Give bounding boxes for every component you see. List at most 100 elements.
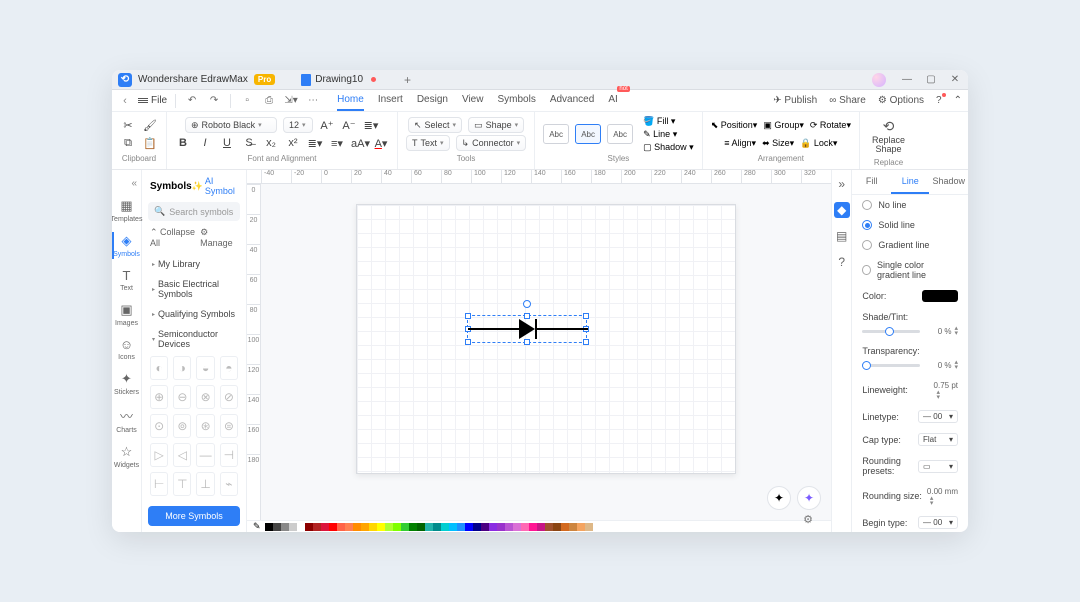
tab-home[interactable]: Home <box>337 90 364 111</box>
color-swatch[interactable] <box>433 523 441 531</box>
nav-widgets[interactable]: ☆Widgets <box>112 439 141 474</box>
copy-icon[interactable]: ⧉ <box>120 137 136 150</box>
color-swatch[interactable] <box>505 523 513 531</box>
save-button[interactable]: ▫ <box>239 95 255 106</box>
collapse-all-button[interactable]: ⌃ Collapse All <box>150 227 200 248</box>
color-swatch[interactable] <box>353 523 361 531</box>
cat-qualifying[interactable]: ▸Qualifying Symbols <box>142 304 246 324</box>
color-swatch[interactable] <box>513 523 521 531</box>
symbol-item[interactable]: ▷ <box>150 443 168 467</box>
cut-icon[interactable]: ✂ <box>120 119 136 132</box>
line-menu[interactable]: ✎ Line ▾ <box>643 129 694 140</box>
format-painter-icon[interactable]: 🖌 <box>142 119 158 132</box>
symbol-item[interactable]: ⊜ <box>220 414 238 438</box>
color-swatch[interactable] <box>441 523 449 531</box>
diode-shape[interactable] <box>468 319 588 339</box>
options-button[interactable]: ⚙ Options <box>878 95 924 106</box>
cat-basic-electrical[interactable]: ▸Basic Electrical Symbols <box>142 274 246 304</box>
more-quick-actions[interactable]: ⋯ <box>305 95 321 106</box>
align-icon[interactable]: ≡▾ <box>329 137 345 150</box>
radio-single-gradient[interactable]: Single color gradient line <box>852 255 968 285</box>
color-swatch[interactable] <box>265 523 273 531</box>
expand-props-icon[interactable]: » <box>834 176 850 192</box>
symbol-item[interactable]: ⊢ <box>150 472 168 496</box>
help-button[interactable]: ? <box>936 95 942 106</box>
symbol-item[interactable]: ⊕ <box>150 385 168 409</box>
export-button[interactable]: ⇲▾ <box>283 95 299 106</box>
case-icon[interactable]: aA▾ <box>351 137 367 150</box>
prop-tab-line[interactable]: Line <box>891 170 930 194</box>
drawing-page[interactable] <box>356 204 736 474</box>
selection-box[interactable] <box>467 315 587 343</box>
stepper[interactable]: ▴▾ <box>955 360 959 370</box>
tab-advanced[interactable]: Advanced <box>550 90 594 111</box>
symbol-item[interactable]: — <box>196 443 214 467</box>
symbol-item[interactable]: ◁ <box>173 443 191 467</box>
user-avatar[interactable] <box>872 73 886 87</box>
italic-button[interactable]: I <box>197 137 213 149</box>
more-symbols-button[interactable]: More Symbols <box>148 506 240 526</box>
share-button[interactable]: ∞ Share <box>829 95 866 106</box>
color-swatch[interactable] <box>537 523 545 531</box>
subscript-icon[interactable]: x₂ <box>263 137 279 149</box>
begintype-select[interactable]: — 00▾ <box>918 516 958 529</box>
font-shrink-icon[interactable]: A⁻ <box>341 119 357 132</box>
smart-tool-icon[interactable]: ✦ <box>767 486 791 510</box>
connector-tool[interactable]: ↳ Connector▾ <box>456 135 527 151</box>
canvas-background[interactable]: ✦ ✦ <box>261 184 831 520</box>
symbol-item[interactable]: ◒ <box>196 356 214 380</box>
align-menu[interactable]: ≡ Align▾ <box>724 138 756 149</box>
paste-icon[interactable]: 📋 <box>142 137 158 150</box>
color-swatch[interactable] <box>401 523 409 531</box>
redo-button[interactable]: ↷ <box>206 95 222 106</box>
captype-select[interactable]: Flat▾ <box>918 433 958 446</box>
bold-button[interactable]: B <box>175 137 191 149</box>
stepper[interactable]: ▴▾ <box>937 390 958 400</box>
symbols-search[interactable]: 🔍 Search symbols <box>148 202 240 221</box>
back-button[interactable]: ‹ <box>118 95 132 107</box>
color-swatch[interactable] <box>281 523 289 531</box>
document-tab[interactable]: Drawing10 <box>291 72 386 88</box>
prop-tab-fill[interactable]: Fill <box>852 170 891 194</box>
linetype-select[interactable]: — 00▾ <box>918 410 958 423</box>
lock-menu[interactable]: 🔒 Lock▾ <box>800 138 837 149</box>
font-grow-icon[interactable]: A⁺ <box>319 119 335 132</box>
new-tab-button[interactable]: + <box>404 73 411 87</box>
symbol-item[interactable]: ⊥ <box>196 472 214 496</box>
print-button[interactable]: ⎙ <box>261 95 277 106</box>
tab-view[interactable]: View <box>462 90 484 111</box>
color-swatch[interactable] <box>577 523 585 531</box>
file-menu[interactable]: File <box>138 95 167 106</box>
color-swatch[interactable] <box>489 523 497 531</box>
symbol-item[interactable]: ⊣ <box>220 443 238 467</box>
bullet-list-icon[interactable]: ≣▾ <box>307 137 323 150</box>
font-size-select[interactable]: 12▾ <box>283 117 313 133</box>
color-swatch[interactable] <box>569 523 577 531</box>
resize-handle[interactable] <box>524 339 530 345</box>
nav-charts[interactable]: 〰Charts <box>112 401 141 439</box>
symbol-item[interactable]: ⊖ <box>173 385 191 409</box>
style-preset-1[interactable]: Abc <box>543 124 569 144</box>
select-tool[interactable]: ↖ Select▾ <box>408 117 462 133</box>
color-swatch[interactable] <box>473 523 481 531</box>
strike-button[interactable]: S̶ <box>241 137 257 149</box>
color-swatch[interactable] <box>289 523 297 531</box>
shape-tool[interactable]: ▭ Shape▾ <box>468 117 524 133</box>
symbol-item[interactable]: ⊚ <box>173 414 191 438</box>
nav-stickers[interactable]: ✦Stickers <box>112 366 141 401</box>
color-swatch[interactable] <box>561 523 569 531</box>
symbol-item[interactable]: ⊙ <box>150 414 168 438</box>
color-swatch[interactable] <box>345 523 353 531</box>
fill-menu[interactable]: 🪣 Fill ▾ <box>643 116 694 127</box>
nav-images[interactable]: ▣Images <box>112 297 141 332</box>
shape-props-icon[interactable]: ◆ <box>834 202 850 218</box>
font-color-icon[interactable]: A▾ <box>373 137 389 150</box>
undo-button[interactable]: ↶ <box>184 95 200 106</box>
tab-insert[interactable]: Insert <box>378 90 403 111</box>
replace-shape-button[interactable]: ⟲ Replace Shape <box>868 116 909 156</box>
color-swatch[interactable] <box>585 523 593 531</box>
symbol-item[interactable]: ⌁ <box>220 472 238 496</box>
color-swatch[interactable] <box>297 523 305 531</box>
nav-icons[interactable]: ☺Icons <box>112 332 141 366</box>
symbol-item[interactable]: ⊛ <box>196 414 214 438</box>
